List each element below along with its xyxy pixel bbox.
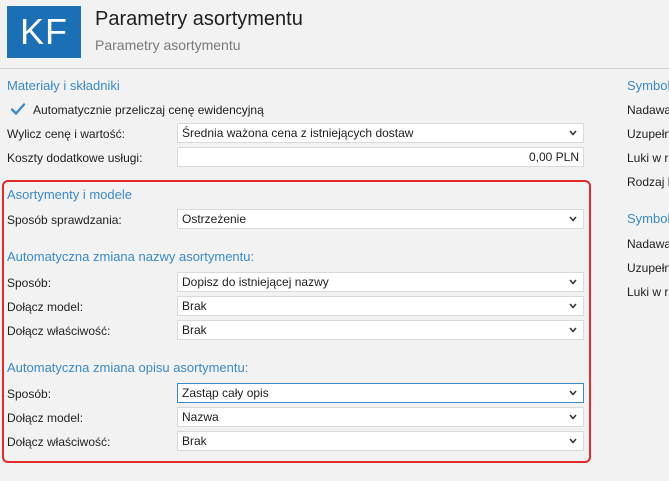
- chevron-down-icon: [569, 216, 577, 222]
- name-attach-property-dropdown[interactable]: Brak: [177, 320, 584, 340]
- calc-price-label: Wylicz cenę i wartość:: [7, 127, 125, 141]
- name-method-label: Sposób:: [7, 276, 52, 290]
- desc-attach-model-value: Nazwa: [182, 410, 219, 424]
- extra-costs-input[interactable]: 0,00 PLN: [177, 147, 584, 167]
- desc-change-section-title: Automatyczna zmiana opisu asortymentu:: [7, 360, 249, 375]
- symbol-section-1-title: Symbol: [627, 78, 669, 93]
- desc-method-label: Sposób:: [7, 387, 52, 401]
- extra-costs-label: Koszty dodatkowe usługi:: [7, 151, 143, 165]
- chevron-down-icon: [569, 279, 577, 285]
- symbol-1-row: Nadawa: [627, 103, 669, 117]
- desc-attach-property-dropdown[interactable]: Brak: [177, 431, 584, 451]
- header-divider: [0, 68, 669, 69]
- check-method-value: Ostrzeżenie: [182, 212, 247, 226]
- chevron-down-icon: [569, 327, 577, 333]
- checkmark-icon: [10, 103, 26, 115]
- symbol-1-row: Uzupełn: [627, 127, 669, 141]
- name-method-value: Dopisz do istniejącej nazwy: [182, 275, 329, 289]
- app-logo: KF: [7, 6, 81, 58]
- chevron-down-icon: [569, 390, 577, 396]
- chevron-down-icon: [569, 414, 577, 420]
- symbol-2-row: Luki w r: [627, 285, 669, 299]
- name-method-dropdown[interactable]: Dopisz do istniejącej nazwy: [177, 272, 584, 292]
- name-attach-property-value: Brak: [182, 323, 207, 337]
- name-attach-model-label: Dołącz model:: [7, 300, 84, 314]
- chevron-down-icon: [569, 130, 577, 136]
- desc-attach-property-value: Brak: [182, 434, 207, 448]
- page-subtitle: Parametry asortymentu: [95, 37, 241, 53]
- assortments-section-title: Asortymenty i modele: [7, 187, 132, 202]
- check-method-dropdown[interactable]: Ostrzeżenie: [177, 209, 584, 229]
- auto-recalc-checkbox[interactable]: [10, 101, 26, 117]
- calc-price-dropdown[interactable]: Średnia ważona cena z istniejących dosta…: [177, 123, 584, 143]
- symbol-2-row: Nadawa: [627, 237, 669, 251]
- name-attach-model-value: Brak: [182, 299, 207, 313]
- desc-attach-property-label: Dołącz właściwość:: [7, 435, 111, 449]
- symbol-1-row: Rodzaj k: [627, 175, 669, 189]
- chevron-down-icon: [569, 438, 577, 444]
- name-change-section-title: Automatyczna zmiana nazwy asortymentu:: [7, 249, 255, 264]
- page-title: Parametry asortymentu: [95, 8, 303, 30]
- auto-recalc-label[interactable]: Automatycznie przeliczaj cenę ewidencyjn…: [33, 103, 264, 117]
- name-attach-model-dropdown[interactable]: Brak: [177, 296, 584, 316]
- extra-costs-value: 0,00 PLN: [528, 150, 579, 164]
- symbol-2-row: Uzupełn: [627, 261, 669, 275]
- desc-method-value: Zastąp cały opis: [182, 386, 269, 400]
- desc-attach-model-label: Dołącz model:: [7, 411, 84, 425]
- materials-section-title: Materiały i składniki: [7, 78, 120, 93]
- desc-attach-model-dropdown[interactable]: Nazwa: [177, 407, 584, 427]
- desc-method-dropdown[interactable]: Zastąp cały opis: [177, 383, 584, 403]
- name-attach-property-label: Dołącz właściwość:: [7, 324, 111, 338]
- symbol-1-row: Luki w r: [627, 151, 669, 165]
- symbol-section-2-title: Symbol: [627, 211, 669, 226]
- calc-price-value: Średnia ważona cena z istniejących dosta…: [182, 126, 414, 140]
- check-method-label: Sposób sprawdzania:: [7, 213, 122, 227]
- chevron-down-icon: [569, 303, 577, 309]
